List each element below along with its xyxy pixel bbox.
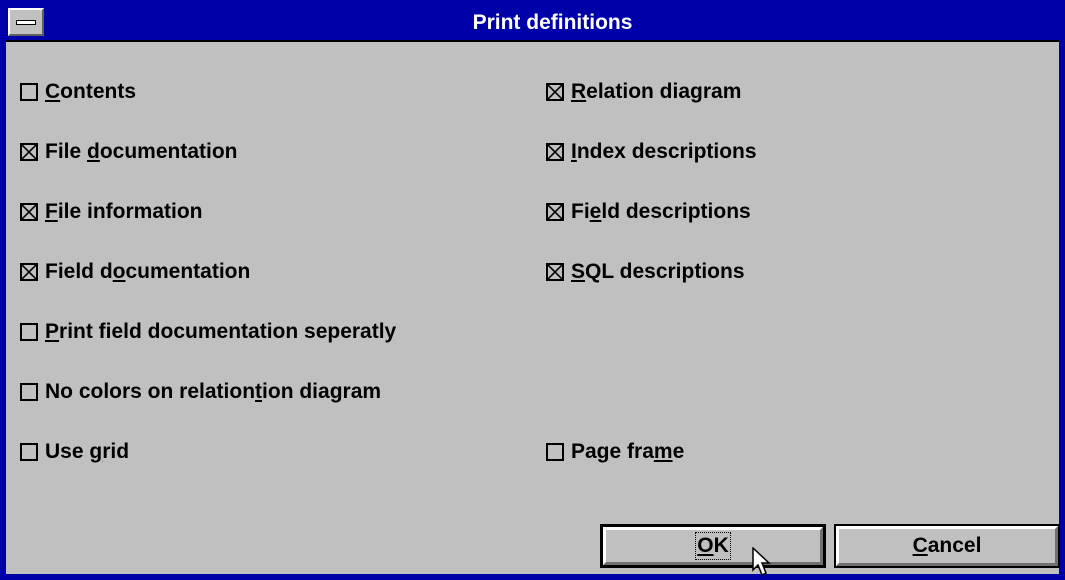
checkbox-label: Use grid xyxy=(45,440,130,463)
check-x-icon xyxy=(548,205,562,219)
checkbox-field-descriptions[interactable]: Field descriptions xyxy=(546,195,751,229)
check-x-icon xyxy=(548,145,562,159)
checkbox-label: No colors on relationtion diagram xyxy=(45,380,382,403)
checkbox-file-information[interactable]: File information xyxy=(20,195,203,229)
checkbox-contents[interactable]: Contents xyxy=(20,75,136,109)
checkbox-no-colors-relation-diagram[interactable]: No colors on relationtion diagram xyxy=(20,375,381,409)
checkbox-box[interactable] xyxy=(20,83,38,101)
checkbox-label: Contents xyxy=(45,80,136,103)
cancel-button-label: Cancel xyxy=(912,534,982,557)
checkbox-field-documentation[interactable]: Field documentation xyxy=(20,255,250,289)
checkbox-box[interactable] xyxy=(20,263,38,281)
ok-button-label: OK xyxy=(695,532,731,560)
check-x-icon xyxy=(548,265,562,279)
checkbox-label: Field documentation xyxy=(45,260,251,283)
checkbox-box[interactable] xyxy=(546,143,564,161)
checkbox-box[interactable] xyxy=(20,443,38,461)
check-x-icon xyxy=(548,85,562,99)
checkbox-print-field-doc-separately[interactable]: Print field documentation seperatly xyxy=(20,315,396,349)
checkbox-box[interactable] xyxy=(20,323,38,341)
checkbox-box[interactable] xyxy=(20,203,38,221)
checkbox-label: Field descriptions xyxy=(571,200,751,223)
checkbox-file-documentation[interactable]: File documentation xyxy=(20,135,238,169)
checkbox-label: File documentation xyxy=(45,140,238,163)
checkbox-label: File information xyxy=(45,200,203,223)
checkbox-box[interactable] xyxy=(20,383,38,401)
checkbox-label: Print field documentation seperatly xyxy=(45,320,397,343)
checkbox-box[interactable] xyxy=(546,83,564,101)
system-menu-button[interactable] xyxy=(8,8,44,36)
ok-button[interactable]: OK xyxy=(600,524,826,568)
checkbox-label: Relation diagram xyxy=(571,80,742,103)
checkbox-index-descriptions[interactable]: Index descriptions xyxy=(546,135,757,169)
checkbox-label: SQL descriptions xyxy=(571,260,745,283)
checkbox-use-grid[interactable]: Use grid xyxy=(20,435,129,469)
system-menu-icon xyxy=(16,20,36,25)
mouse-pointer-icon xyxy=(752,547,771,577)
cancel-button[interactable]: Cancel xyxy=(834,524,1060,568)
check-x-icon xyxy=(22,205,36,219)
checkbox-box[interactable] xyxy=(546,203,564,221)
checkbox-page-frame[interactable]: Page frame xyxy=(546,435,684,469)
check-x-icon xyxy=(22,265,36,279)
checkbox-box[interactable] xyxy=(546,443,564,461)
checkbox-relation-diagram[interactable]: Relation diagram xyxy=(546,75,741,109)
check-x-icon xyxy=(22,145,36,159)
print-definitions-dialog: Print definitions Contents File document… xyxy=(0,0,1065,580)
checkbox-sql-descriptions[interactable]: SQL descriptions xyxy=(546,255,745,289)
dialog-title: Print definitions xyxy=(472,11,633,34)
title-bar: Print definitions xyxy=(6,6,1059,42)
checkbox-box[interactable] xyxy=(546,263,564,281)
checkbox-label: Page frame xyxy=(571,440,685,463)
checkbox-box[interactable] xyxy=(20,143,38,161)
checkbox-label: Index descriptions xyxy=(571,140,757,163)
